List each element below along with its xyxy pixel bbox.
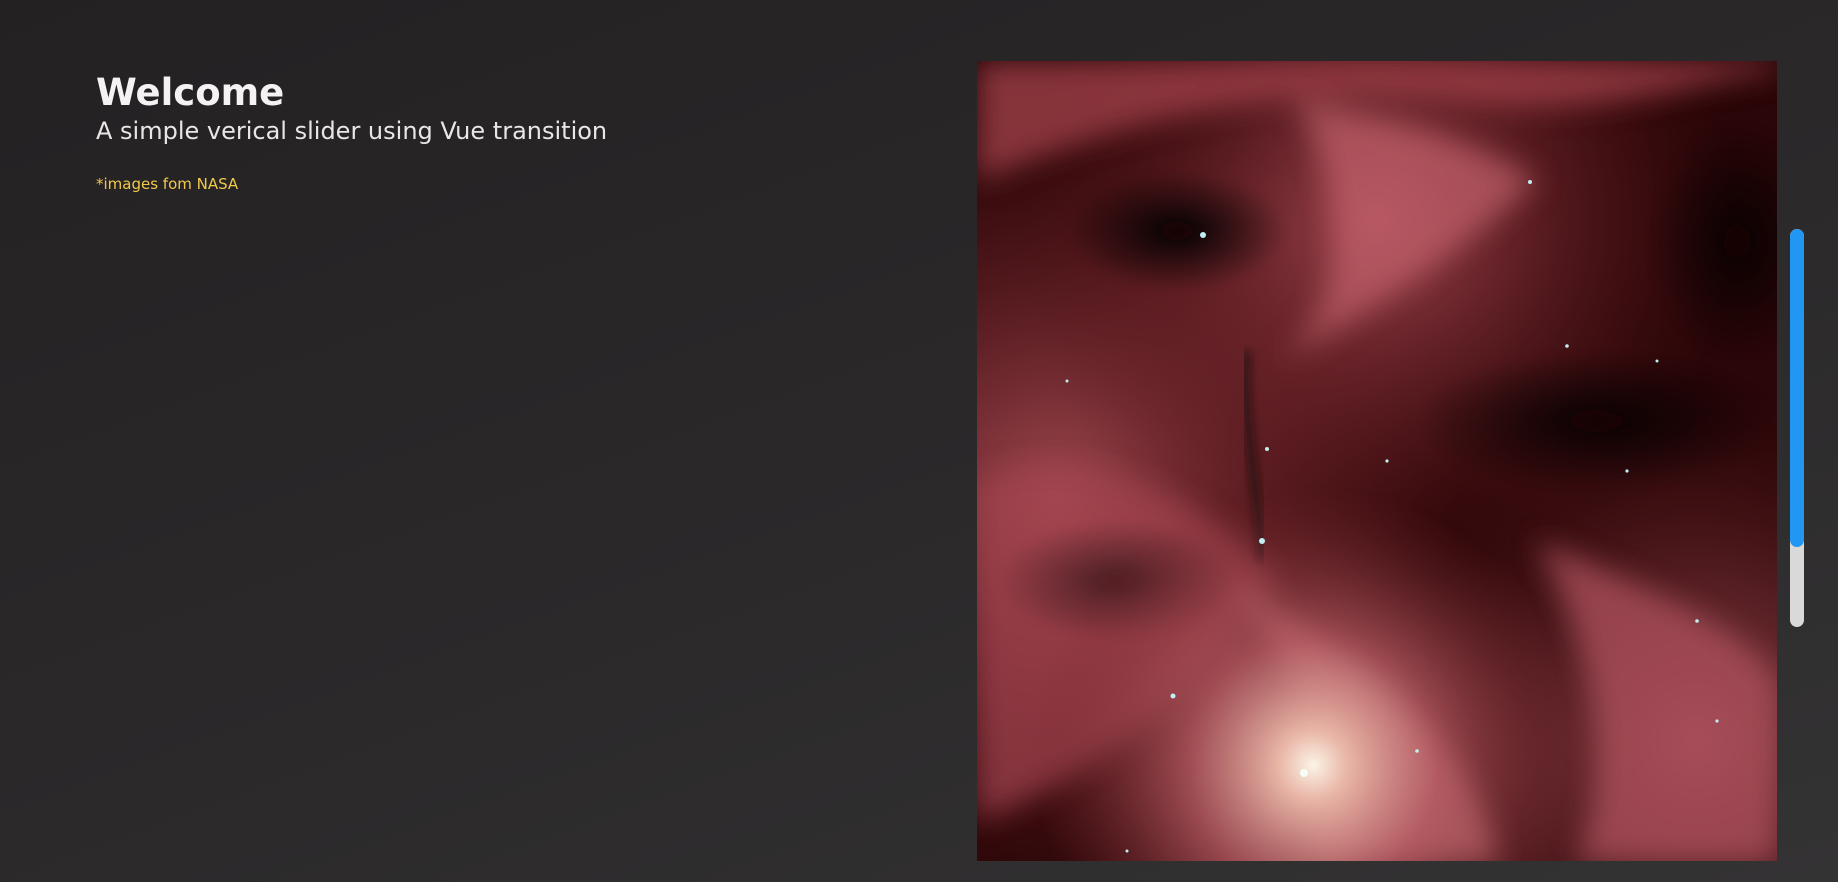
slide-progress-track[interactable]	[1790, 229, 1804, 627]
slide-progress-fill	[1790, 229, 1804, 548]
page-title: Welcome	[96, 71, 285, 114]
page-subtitle: A simple verical slider using Vue transi…	[96, 117, 608, 145]
slide-image	[977, 61, 1777, 861]
image-slider[interactable]	[977, 61, 1777, 861]
image-credit: *images fom NASA	[96, 175, 239, 193]
intro-section: Welcome A simple verical slider using Vu…	[96, 70, 607, 194]
